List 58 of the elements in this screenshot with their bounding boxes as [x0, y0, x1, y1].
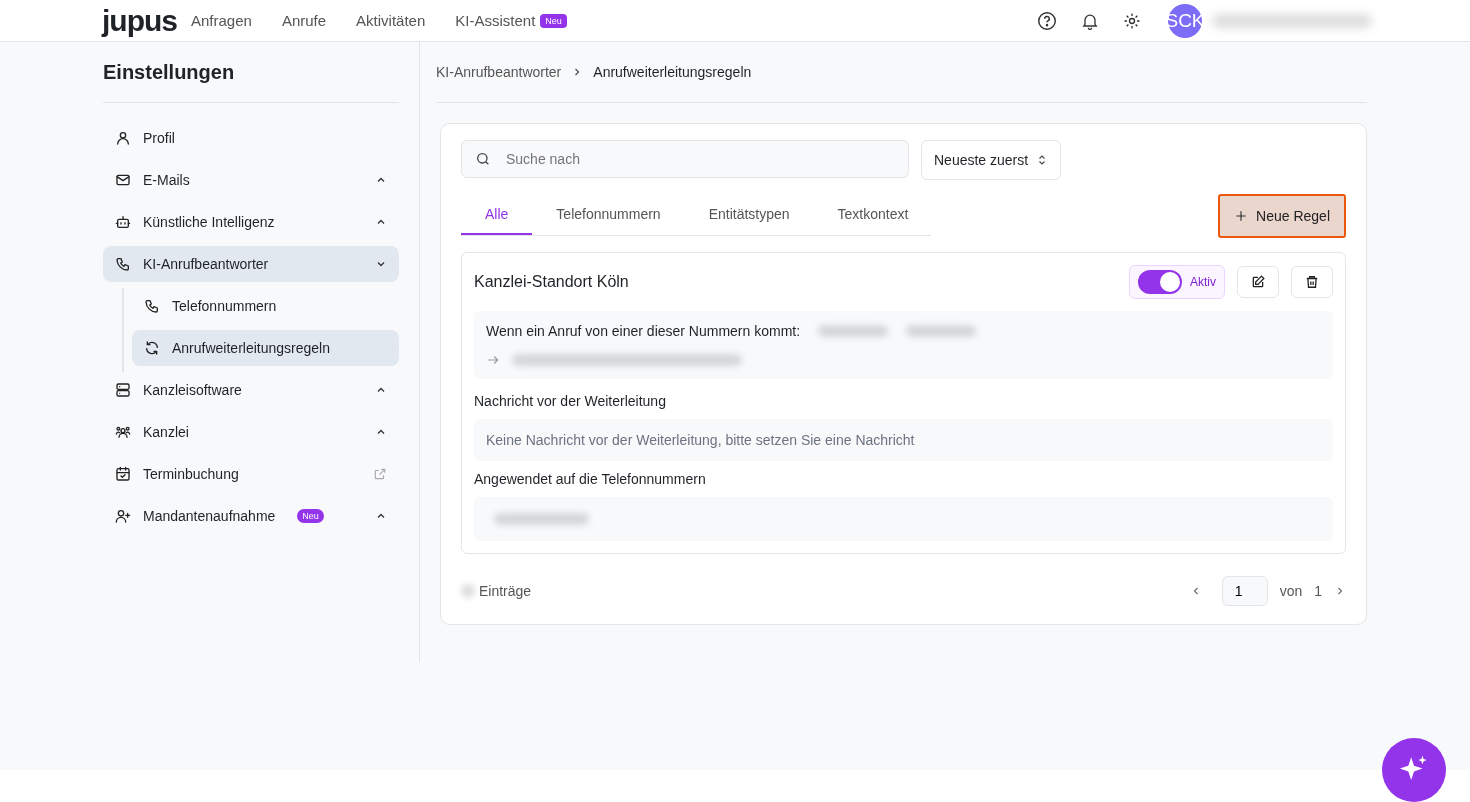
- nav-link[interactable]: Anrufe: [281, 12, 327, 29]
- breadcrumb-link[interactable]: KI-Anrufbeantworter: [436, 64, 562, 80]
- redacted-mark: [461, 584, 475, 598]
- bot-icon: [115, 214, 131, 230]
- filter-tab[interactable]: Textkontext: [813, 196, 933, 235]
- sidebar-item[interactable]: Kanzlei: [103, 414, 399, 450]
- page-input[interactable]: 1: [1221, 576, 1268, 606]
- redacted-mark: [818, 325, 889, 337]
- trash-icon: [1305, 275, 1319, 289]
- filter-tab[interactable]: Telefonnummern: [532, 196, 685, 235]
- sidebar-title: Einstellungen: [103, 42, 399, 103]
- total-pages: 1: [1314, 583, 1322, 599]
- userplus-icon: [115, 508, 131, 524]
- sidebar-item[interactable]: KI-Anrufbeantworter: [103, 246, 399, 282]
- new-badge: Neu: [540, 13, 567, 28]
- sidebar-item[interactable]: Kanzleisoftware: [103, 372, 399, 408]
- sidebar-item[interactable]: Anrufweiterleitungsregeln: [132, 330, 399, 366]
- redacted-mark: [906, 325, 977, 337]
- nav-link[interactable]: Aktivitäten: [356, 12, 426, 29]
- arrow-right-icon: [486, 353, 500, 367]
- user-icon: [115, 130, 131, 146]
- help-icon[interactable]: [1036, 9, 1058, 32]
- empty-message-text: Keine Nachricht vor der Weiterleitung, bitte setzen Sie eine Nachricht: [474, 419, 1333, 461]
- entries-label: Einträge: [479, 583, 532, 599]
- users-icon: [115, 424, 131, 440]
- sidebar-item[interactable]: Terminbuchung: [103, 456, 399, 492]
- section-label: Nachricht vor der Weiterleitung: [474, 393, 667, 409]
- section-label: Angewendet auf die Telefonnummern: [474, 471, 707, 487]
- mail-icon: [115, 172, 131, 188]
- delete-button[interactable]: [1291, 266, 1333, 298]
- search-icon: [475, 151, 491, 167]
- active-toggle[interactable]: Aktiv: [1129, 265, 1225, 299]
- sidebar-item[interactable]: Künstliche Intelligenz: [103, 204, 399, 240]
- logo[interactable]: jupus: [102, 3, 177, 38]
- sidebar-item[interactable]: E-Mails: [103, 162, 399, 198]
- edit-button[interactable]: [1237, 266, 1279, 298]
- of-label: von: [1279, 583, 1303, 599]
- phone-icon: [144, 298, 160, 314]
- condition-text: Wenn ein Anruf von einer dieser Nummern kommt:: [486, 323, 801, 339]
- plus-icon: [1234, 209, 1249, 223]
- rule-title: Kanzlei-Standort Köln: [474, 273, 629, 291]
- breadcrumb-link[interactable]: Anrufweiterleitungsregeln: [593, 64, 752, 80]
- calendar-icon: [115, 466, 131, 482]
- filter-tab[interactable]: Alle: [461, 196, 533, 235]
- sort-dropdown[interactable]: Neueste zuerst: [921, 140, 1062, 180]
- sidebar-item[interactable]: Telefonnummern: [132, 288, 399, 324]
- server-icon: [115, 382, 131, 398]
- nav-link[interactable]: Anfragen: [191, 12, 252, 29]
- filter-tab[interactable]: Entitätstypen: [684, 196, 814, 235]
- search-field[interactable]: Suche nach: [461, 140, 909, 178]
- refresh-icon: [144, 340, 160, 356]
- sidebar-item[interactable]: Mandantenaufnahme Neu: [103, 498, 399, 534]
- edit-icon: [1251, 275, 1265, 289]
- phone-icon: [115, 256, 131, 272]
- new-rule-button[interactable]: Neue Regel: [1218, 194, 1346, 238]
- nav-link[interactable]: KI-Assistent: [455, 12, 536, 29]
- sidebar-item[interactable]: Profil: [103, 120, 399, 156]
- new-badge: Neu: [297, 509, 324, 523]
